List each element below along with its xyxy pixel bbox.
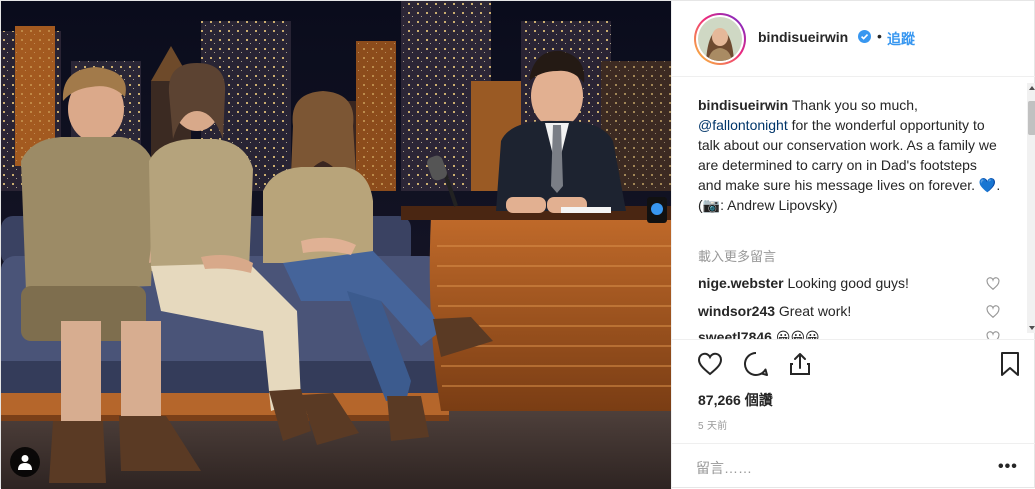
instagram-post: bindisueirwin • 追蹤 bindisueirwin Thank y…	[0, 0, 1035, 489]
comment-username[interactable]: nige.webster	[698, 275, 784, 291]
post-photo[interactable]	[1, 1, 671, 489]
like-count[interactable]: 87,266 個讚	[698, 390, 773, 410]
post-side-panel: bindisueirwin • 追蹤 bindisueirwin Thank y…	[671, 1, 1035, 489]
bookmark-icon[interactable]	[996, 350, 1024, 378]
comment-text: Looking good guys!	[787, 275, 909, 291]
comment-text: Great work!	[778, 303, 852, 319]
comments-section: bindisueirwin Thank you so much, @fallon…	[672, 77, 1028, 339]
comment-like-heart-icon[interactable]	[986, 331, 1000, 339]
comment-like-heart-icon[interactable]	[986, 277, 1000, 291]
add-comment-bar: •••	[672, 443, 1035, 489]
comment-icon[interactable]	[742, 350, 770, 378]
action-bar	[672, 339, 1035, 389]
caption-mention[interactable]: @fallontonight	[698, 117, 788, 133]
avatar[interactable]	[694, 13, 746, 65]
load-more-comments[interactable]: 載入更多留言	[698, 246, 776, 265]
post-caption: bindisueirwin Thank you so much, @fallon…	[698, 95, 1004, 215]
scrollbar-thumb[interactable]	[1028, 101, 1035, 135]
separator-dot: •	[877, 28, 882, 44]
comment-row: nige.webster Looking good guys!	[698, 274, 998, 292]
more-options-button[interactable]: •••	[998, 458, 1018, 476]
scroll-down-arrow-icon[interactable]	[1027, 323, 1035, 333]
post-header: bindisueirwin • 追蹤	[672, 1, 1035, 77]
comment-row: sweetl7846 😀😀😀	[698, 328, 998, 339]
comments-scrollbar[interactable]	[1027, 83, 1035, 333]
comment-row: windsor243 Great work!	[698, 302, 998, 320]
blue-heart-emoji: 💙	[978, 177, 997, 193]
share-icon[interactable]	[786, 350, 814, 378]
caption-username[interactable]: bindisueirwin	[698, 97, 788, 113]
scroll-up-arrow-icon[interactable]	[1027, 83, 1035, 93]
comment-like-heart-icon[interactable]	[986, 305, 1000, 319]
comment-username[interactable]: windsor243	[698, 303, 775, 319]
comment-input[interactable]	[696, 458, 976, 478]
author-username[interactable]: bindisueirwin	[758, 29, 848, 45]
post-timestamp[interactable]: 5 天前	[698, 417, 728, 432]
caption-text-1: Thank you so much,	[788, 97, 918, 113]
follow-button[interactable]: 追蹤	[887, 29, 915, 49]
comment-text: 😀😀😀	[775, 329, 820, 339]
user-tag-icon[interactable]	[10, 447, 40, 477]
heart-icon[interactable]	[696, 350, 724, 378]
comment-username[interactable]: sweetl7846	[698, 329, 772, 339]
verified-icon	[858, 30, 871, 43]
